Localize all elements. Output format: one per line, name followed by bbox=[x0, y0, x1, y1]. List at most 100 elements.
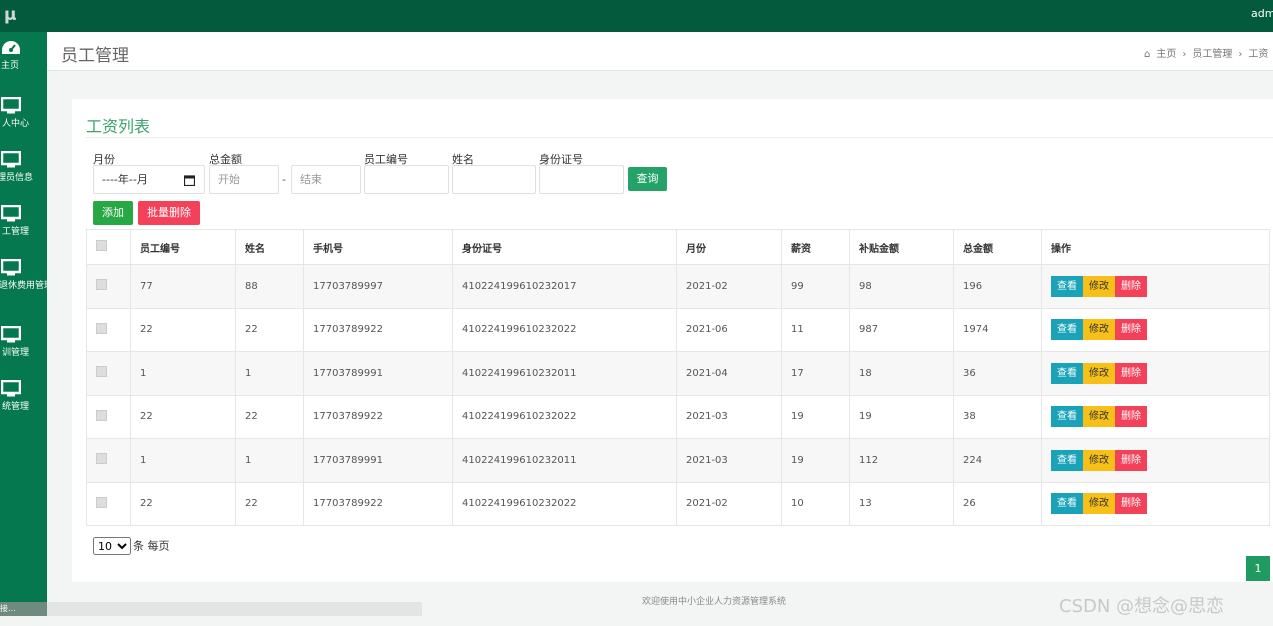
cell-name: 1 bbox=[235, 351, 304, 396]
row-checkbox[interactable] bbox=[96, 453, 107, 465]
table-row: 22 22 17703789922 410224199610232022 202… bbox=[86, 307, 1270, 352]
column-header: 总金额 bbox=[953, 229, 1042, 265]
edit-button[interactable]: 修改 bbox=[1083, 319, 1115, 341]
sidebar-item-system[interactable]: 统管理 bbox=[0, 373, 47, 427]
delete-button[interactable]: 删除 bbox=[1115, 275, 1147, 297]
sidebar-item-label: 统管理 bbox=[1, 402, 29, 412]
cell-name: 22 bbox=[235, 307, 304, 352]
delete-button[interactable]: 删除 bbox=[1115, 406, 1147, 428]
view-button[interactable]: 查看 bbox=[1051, 319, 1083, 341]
monitor-icon bbox=[1, 151, 21, 168]
month-input[interactable]: ----年--月 bbox=[93, 165, 205, 194]
row-checkbox[interactable] bbox=[96, 322, 107, 334]
monitor-icon bbox=[1, 205, 21, 222]
sidebar-item-admin[interactable]: 理员信息 bbox=[0, 144, 47, 198]
breadcrumb-salary: 工资 bbox=[1248, 49, 1269, 60]
delete-button[interactable]: 删除 bbox=[1115, 362, 1147, 384]
sidebar-item-personal[interactable]: 人中心 bbox=[0, 90, 47, 144]
edit-button[interactable]: 修改 bbox=[1083, 406, 1115, 428]
page-size-select[interactable]: 10 bbox=[93, 537, 131, 555]
sidebar-item-label: 训管理 bbox=[1, 348, 29, 358]
cell-idcard: 410224199610232022 bbox=[452, 481, 677, 526]
cell-idcard: 410224199610232022 bbox=[452, 307, 677, 352]
row-checkbox[interactable] bbox=[96, 279, 107, 291]
monitor-icon bbox=[1, 380, 21, 397]
view-button[interactable]: 查看 bbox=[1051, 406, 1083, 428]
cell-month: 2021-04 bbox=[676, 351, 782, 396]
view-button[interactable]: 查看 bbox=[1051, 362, 1083, 384]
cell-idcard: 410224199610232017 bbox=[452, 264, 677, 309]
name-input[interactable] bbox=[452, 165, 536, 194]
column-header: 操作 bbox=[1041, 229, 1270, 265]
edit-button[interactable]: 修改 bbox=[1083, 275, 1115, 297]
watermark: CSDN @想念@思恋 bbox=[1059, 596, 1225, 617]
breadcrumb-employee[interactable]: 员工管理 bbox=[1192, 49, 1232, 60]
cell-name: 1 bbox=[235, 438, 304, 483]
range-dash: - bbox=[282, 173, 286, 186]
month-input-value: ----年--月 bbox=[102, 173, 148, 186]
edit-button[interactable]: 修改 bbox=[1083, 493, 1115, 515]
sidebar-item-training[interactable]: 训管理 bbox=[0, 319, 47, 373]
table-header-row: 员工编号 姓名 手机号 身份证号 月份 薪资 补贴金额 总金额 操作 bbox=[86, 229, 1270, 265]
view-button[interactable]: 查看 bbox=[1051, 493, 1083, 515]
cell-subsidy: 18 bbox=[849, 351, 954, 396]
cell-phone: 17703789922 bbox=[303, 481, 453, 526]
delete-button[interactable]: 删除 bbox=[1115, 493, 1147, 515]
cell-subsidy: 98 bbox=[849, 264, 954, 309]
cell-subsidy: 112 bbox=[849, 438, 954, 483]
user-menu[interactable]: admin bbox=[1251, 7, 1273, 20]
select-all-header bbox=[86, 229, 131, 265]
batch-delete-button[interactable]: 批量删除 bbox=[138, 201, 200, 225]
cell-salary: 11 bbox=[781, 307, 850, 352]
delete-button[interactable]: 删除 bbox=[1115, 449, 1147, 471]
cell-name: 22 bbox=[235, 394, 304, 439]
row-checkbox[interactable] bbox=[96, 496, 107, 508]
monitor-icon bbox=[1, 259, 21, 276]
row-checkbox-cell bbox=[86, 351, 131, 396]
table-row: 22 22 17703789922 410224199610232022 202… bbox=[86, 481, 1270, 526]
delete-button[interactable]: 删除 bbox=[1115, 319, 1147, 341]
view-button[interactable]: 查看 bbox=[1051, 449, 1083, 471]
cell-phone: 17703789997 bbox=[303, 264, 453, 309]
row-checkbox[interactable] bbox=[96, 366, 107, 378]
edit-button[interactable]: 修改 bbox=[1083, 449, 1115, 471]
cell-salary: 10 bbox=[781, 481, 850, 526]
cell-empno: 1 bbox=[130, 438, 236, 483]
cell-idcard: 410224199610232022 bbox=[452, 394, 677, 439]
pagination-page-1[interactable]: 1 bbox=[1246, 556, 1270, 581]
edit-button[interactable]: 修改 bbox=[1083, 362, 1115, 384]
select-all-checkbox[interactable] bbox=[96, 240, 107, 251]
total-start-input[interactable]: 开始 bbox=[209, 165, 279, 194]
search-button[interactable]: 查询 bbox=[628, 167, 667, 191]
cell-empno: 1 bbox=[130, 351, 236, 396]
column-header: 薪资 bbox=[781, 229, 850, 265]
sidebar-item-label: 退休费用管理 bbox=[0, 281, 47, 291]
cell-salary: 17 bbox=[781, 351, 850, 396]
sidebar-item-retirement[interactable]: 退休费用管理 bbox=[0, 252, 47, 320]
view-button[interactable]: 查看 bbox=[1051, 275, 1083, 297]
card-title: 工资列表 bbox=[86, 117, 151, 136]
cell-empno: 22 bbox=[130, 394, 236, 439]
row-checkbox-cell bbox=[86, 307, 131, 352]
idcard-input[interactable] bbox=[539, 165, 624, 194]
cell-phone: 17703789922 bbox=[303, 307, 453, 352]
row-checkbox[interactable] bbox=[96, 409, 107, 421]
cell-total: 1974 bbox=[953, 307, 1042, 352]
breadcrumb-home[interactable]: 主页 bbox=[1156, 49, 1176, 60]
cell-month: 2021-03 bbox=[676, 394, 782, 439]
cell-phone: 17703789922 bbox=[303, 394, 453, 439]
column-header: 姓名 bbox=[235, 229, 304, 265]
cell-total: 26 bbox=[953, 481, 1042, 526]
row-checkbox-cell bbox=[86, 264, 131, 309]
cell-empno: 22 bbox=[130, 307, 236, 352]
empno-input[interactable] bbox=[364, 165, 449, 194]
cell-salary: 19 bbox=[781, 438, 850, 483]
total-end-input[interactable]: 结束 bbox=[291, 165, 361, 194]
browser-status-bar: 接... bbox=[0, 602, 422, 616]
sidebar-item-home[interactable]: 主页 bbox=[0, 32, 47, 86]
table-row: 22 22 17703789922 410224199610232022 202… bbox=[86, 394, 1270, 439]
sidebar-item-employee[interactable]: 工管理 bbox=[0, 198, 47, 252]
cell-phone: 17703789991 bbox=[303, 351, 453, 396]
add-button[interactable]: 添加 bbox=[93, 201, 133, 225]
sidebar-item-label: 理员信息 bbox=[0, 173, 33, 183]
